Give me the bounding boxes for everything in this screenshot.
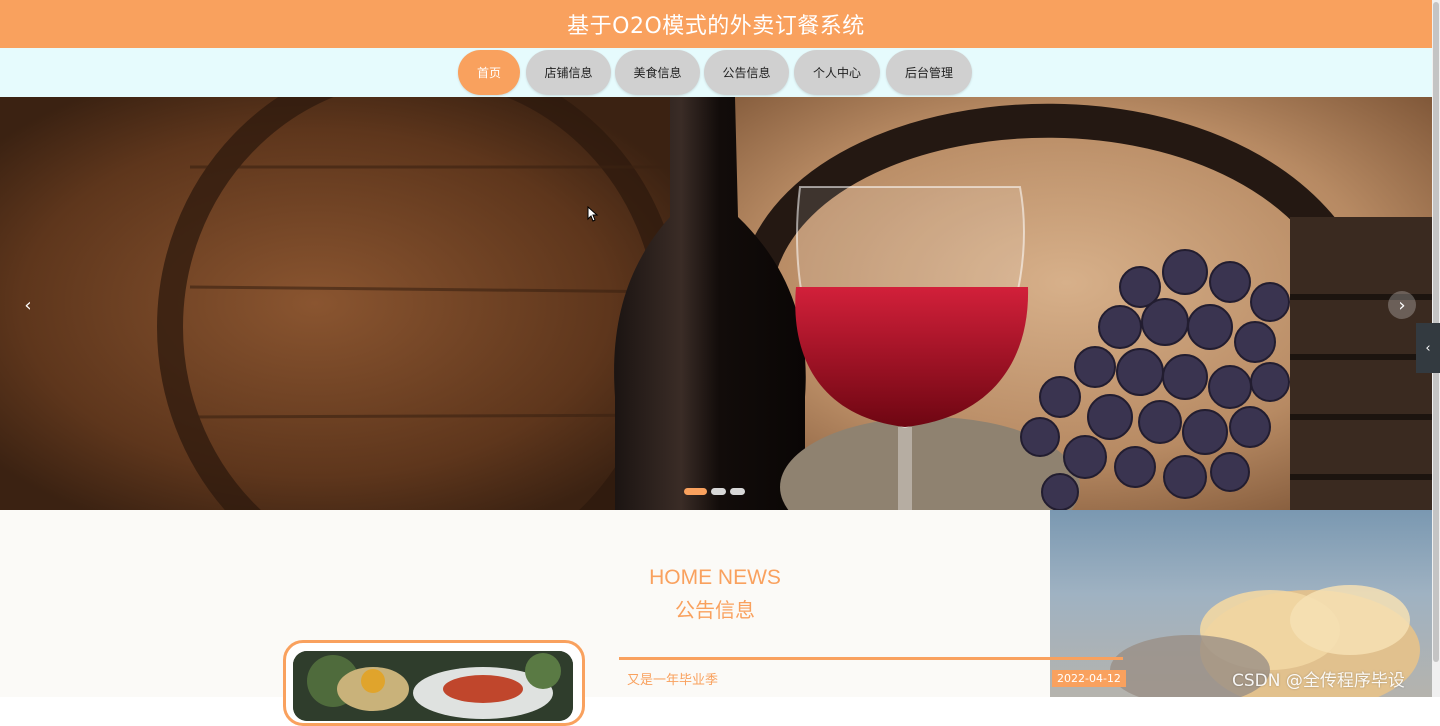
carousel-slide-image — [0, 97, 1432, 510]
news-heading-en: HOME NEWS — [649, 566, 781, 589]
nav-item-profile[interactable]: 个人中心 — [794, 50, 880, 95]
nav-item-shops[interactable]: 店铺信息 — [526, 50, 611, 95]
chevron-left-icon: ‹ — [1425, 340, 1431, 356]
side-panel-toggle[interactable]: ‹ — [1416, 323, 1440, 373]
site-title: 基于O2O模式的外卖订餐系统 — [567, 14, 865, 39]
nav-item-home[interactable]: 首页 — [458, 50, 520, 95]
news-heading-cn: 公告信息 — [675, 598, 755, 622]
carousel-prev-button[interactable]: ‹ — [14, 291, 42, 319]
site-header: 基于O2O模式的外卖订餐系统 — [0, 0, 1432, 48]
mouse-cursor-icon — [587, 206, 599, 222]
main-nav: 首页 店铺信息 美食信息 公告信息 个人中心 后台管理 — [0, 48, 1432, 97]
news-thumbnail — [293, 651, 573, 721]
news-item-title[interactable]: 又是一年毕业季 — [627, 669, 718, 688]
nav-item-admin[interactable]: 后台管理 — [886, 50, 972, 95]
news-divider — [619, 657, 1123, 660]
carousel-dot-3[interactable] — [730, 488, 745, 495]
carousel-next-button[interactable]: › — [1388, 291, 1416, 319]
watermark: CSDN @全传程序毕设 — [1232, 671, 1405, 691]
news-item-date: 2022-04-12 — [1052, 670, 1126, 687]
nav-item-notices[interactable]: 公告信息 — [704, 50, 789, 95]
hero-carousel[interactable]: ‹ › — [0, 97, 1432, 510]
carousel-dot-1[interactable] — [684, 488, 707, 495]
news-image-card[interactable] — [283, 640, 585, 726]
carousel-dot-2[interactable] — [711, 488, 726, 495]
nav-item-food[interactable]: 美食信息 — [615, 50, 700, 95]
chevron-left-icon: ‹ — [24, 294, 32, 316]
chevron-right-icon: › — [1398, 294, 1406, 316]
carousel-indicators — [684, 488, 745, 495]
